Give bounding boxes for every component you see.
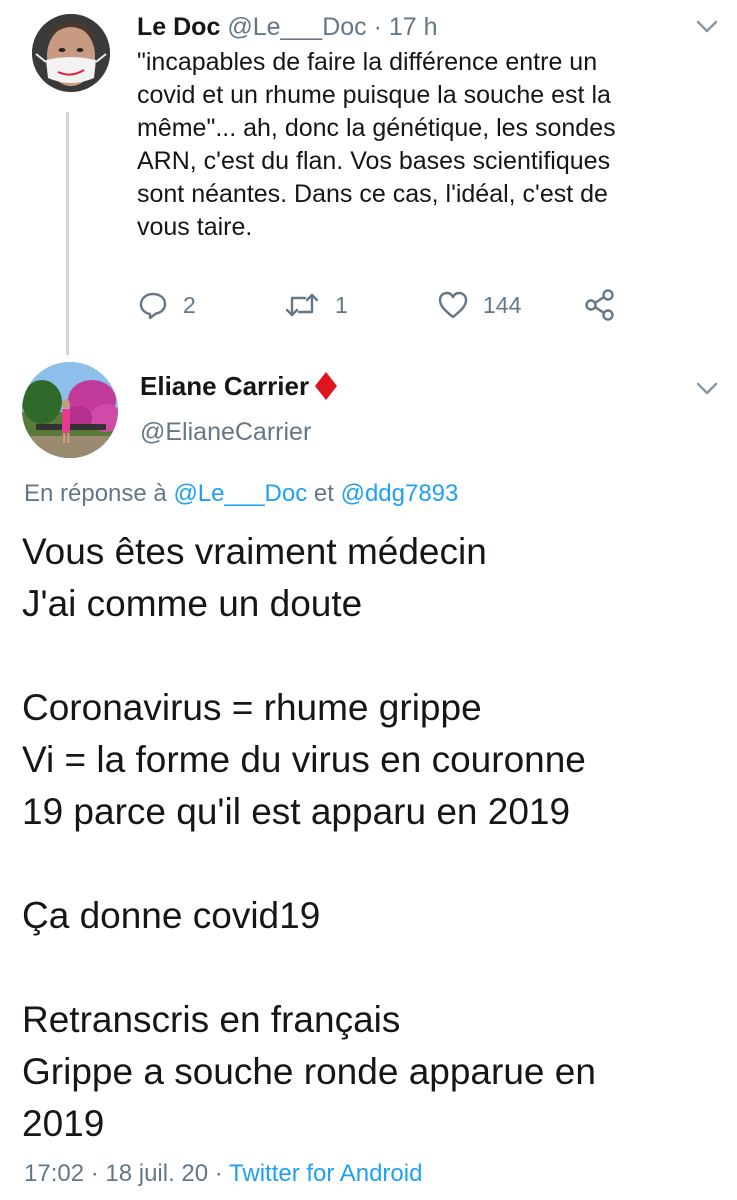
tweet1-author-name[interactable]: Le Doc — [137, 13, 220, 41]
reply-icon — [139, 292, 167, 320]
reply-button[interactable]: 2 — [137, 286, 196, 324]
reply-to-prefix: En réponse à — [24, 480, 174, 507]
tweet2-text-line — [22, 838, 722, 890]
avatar-eliane-carrier-image — [22, 362, 118, 458]
share-icon — [585, 289, 614, 321]
retweet-button[interactable]: 1 — [283, 286, 348, 324]
tweet2-client-link[interactable]: Twitter for Android — [229, 1160, 422, 1187]
red-diamond-icon — [315, 372, 338, 400]
tweet1-text-line: même"... ah, donc la génétique, les sond… — [137, 114, 616, 142]
share-button[interactable] — [583, 286, 617, 324]
tweet2-text-line: Retranscris en français — [22, 999, 401, 1040]
tweet1-action-bar: 2 1 144 — [137, 286, 697, 324]
reply-count: 2 — [183, 291, 196, 318]
tweet2-text-line: 2019 — [22, 1103, 105, 1144]
retweet-count: 1 — [335, 291, 348, 318]
reply-to-conjunction: et — [307, 480, 341, 507]
tweet1-text: "incapables de faire la différence entre… — [137, 46, 707, 244]
reply-to-user-link[interactable]: @ddg7893 — [341, 480, 459, 507]
avatar-le-doc-image — [32, 14, 110, 92]
tweet2-author-name[interactable]: Eliane Carrier — [140, 371, 309, 402]
tweet2-text-line: Ça donne covid19 — [22, 895, 321, 936]
tweet1-time[interactable]: 17 h — [389, 13, 438, 41]
tweet2-text-line: Coronavirus = rhume grippe — [22, 687, 482, 728]
tweet2-text-line: Grippe a souche ronde apparue en — [22, 1051, 596, 1092]
like-count: 144 — [483, 291, 522, 318]
tweet2-text-line: J'ai comme un doute — [22, 583, 363, 624]
reply-to-line: En réponse à @Le___Doc et @ddg7893 — [24, 480, 458, 508]
tweet1-separator: · — [366, 13, 389, 41]
tweet1-text-line: covid et un rhume puisque la souche est … — [137, 81, 611, 109]
tweet2-text-line — [22, 942, 722, 994]
avatar-eliane-carrier[interactable] — [22, 362, 118, 458]
thread-connector-line — [66, 112, 69, 355]
like-button[interactable]: 144 — [437, 286, 521, 324]
tweet2-text-line: Vi = la forme du virus en couronne — [22, 739, 586, 780]
avatar-le-doc[interactable] — [32, 14, 110, 92]
tweet1-author-handle[interactable]: @Le___Doc — [227, 13, 366, 41]
tweet2-timestamp[interactable]: 17:02 · 18 juil. 20 · — [24, 1160, 229, 1187]
like-icon — [438, 291, 468, 319]
tweet1-text-line: ARN, c'est du flan. Vos bases scientifiq… — [137, 147, 611, 175]
tweet2-author[interactable]: Eliane Carrier — [140, 370, 339, 402]
tweet2-text-line — [22, 630, 722, 682]
tweet1-text-line: vous taire. — [137, 213, 253, 241]
retweet-icon — [285, 293, 319, 317]
reply-to-user-link[interactable]: @Le___Doc — [173, 480, 307, 507]
chevron-down-icon[interactable] — [694, 378, 720, 398]
tweet1-header: Le Doc @Le___Doc · 17 h — [137, 10, 438, 44]
tweet2-author-handle[interactable]: @ElianeCarrier — [140, 418, 311, 447]
tweet2-text-line: 19 parce qu'il est apparu en 2019 — [22, 791, 571, 832]
tweet2-metadata: 17:02 · 18 juil. 20 · Twitter for Androi… — [24, 1160, 422, 1188]
tweet1-text-line: "incapables de faire la différence entre… — [137, 48, 598, 76]
tweet2-text: Vous êtes vraiment médecin J'ai comme un… — [22, 526, 722, 1150]
tweet1-text-line: sont néantes. Dans ce cas, l'idéal, c'es… — [137, 180, 608, 208]
chevron-down-icon[interactable] — [694, 16, 720, 36]
tweet2-text-line: Vous êtes vraiment médecin — [22, 531, 487, 572]
